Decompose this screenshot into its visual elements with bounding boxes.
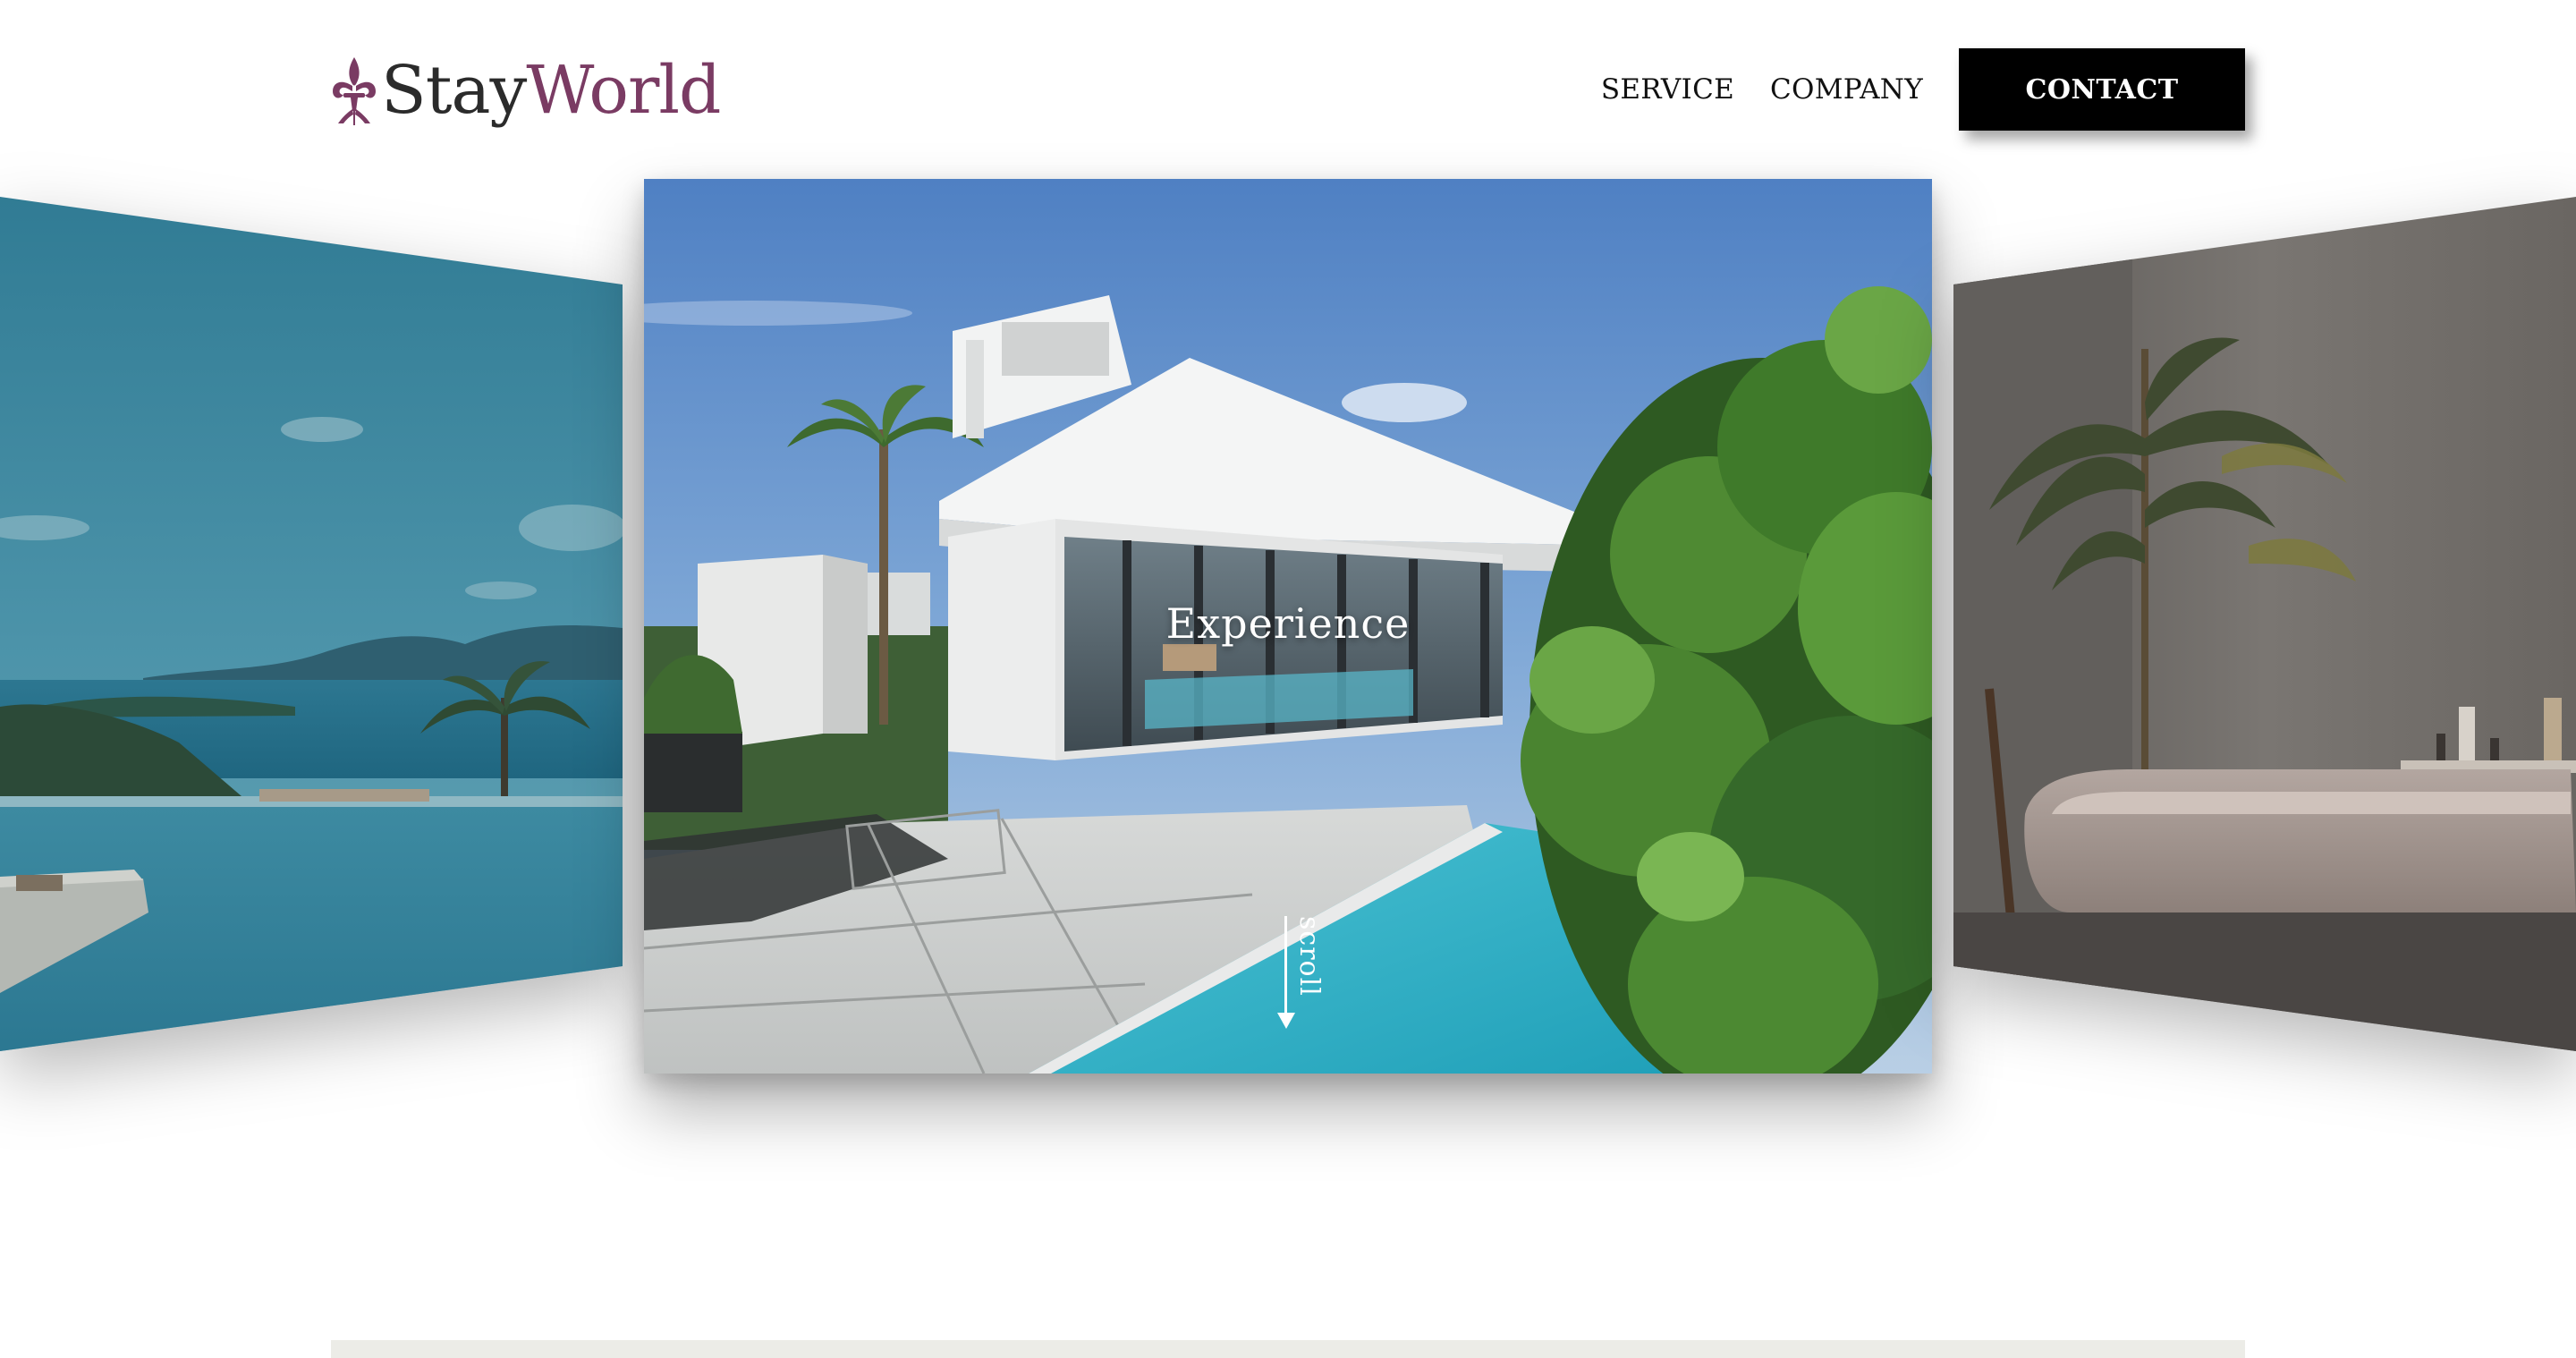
slide-image-ocean-pool xyxy=(0,197,623,1051)
brand-name-part2: World xyxy=(526,52,721,129)
nav-link-service[interactable]: SERVICE xyxy=(1601,73,1734,106)
brand-logo[interactable]: StayWorld xyxy=(329,50,721,131)
contact-button[interactable]: CONTACT xyxy=(1959,48,2245,131)
brand-name: StayWorld xyxy=(381,50,721,131)
carousel-slide-center[interactable]: Experience scroll xyxy=(644,179,1932,1074)
hero-carousel: Experience scroll xyxy=(0,170,2576,1181)
fleur-de-lis-icon xyxy=(333,57,376,125)
carousel-slide-right[interactable] xyxy=(1953,170,2576,1065)
scroll-label: scroll xyxy=(1293,916,1325,997)
scroll-line xyxy=(1284,916,1287,1020)
page: StayWorld SERVICE COMPANY CONTACT Experi… xyxy=(0,0,2576,1358)
slide-image-outdoor-bathtub xyxy=(1953,197,2576,1051)
scroll-indicator[interactable]: scroll xyxy=(1261,912,1333,1038)
slide-title: Experience xyxy=(1165,599,1411,648)
site-header: StayWorld SERVICE COMPANY CONTACT xyxy=(0,0,2576,170)
arrow-down-icon xyxy=(1277,1013,1295,1029)
brand-name-part1: Stay xyxy=(381,52,527,129)
nav-link-company[interactable]: COMPANY xyxy=(1770,73,1923,106)
next-section-band xyxy=(331,1340,2245,1358)
main-nav: SERVICE COMPANY CONTACT xyxy=(1601,48,2245,131)
carousel-slide-left[interactable] xyxy=(0,170,623,1065)
